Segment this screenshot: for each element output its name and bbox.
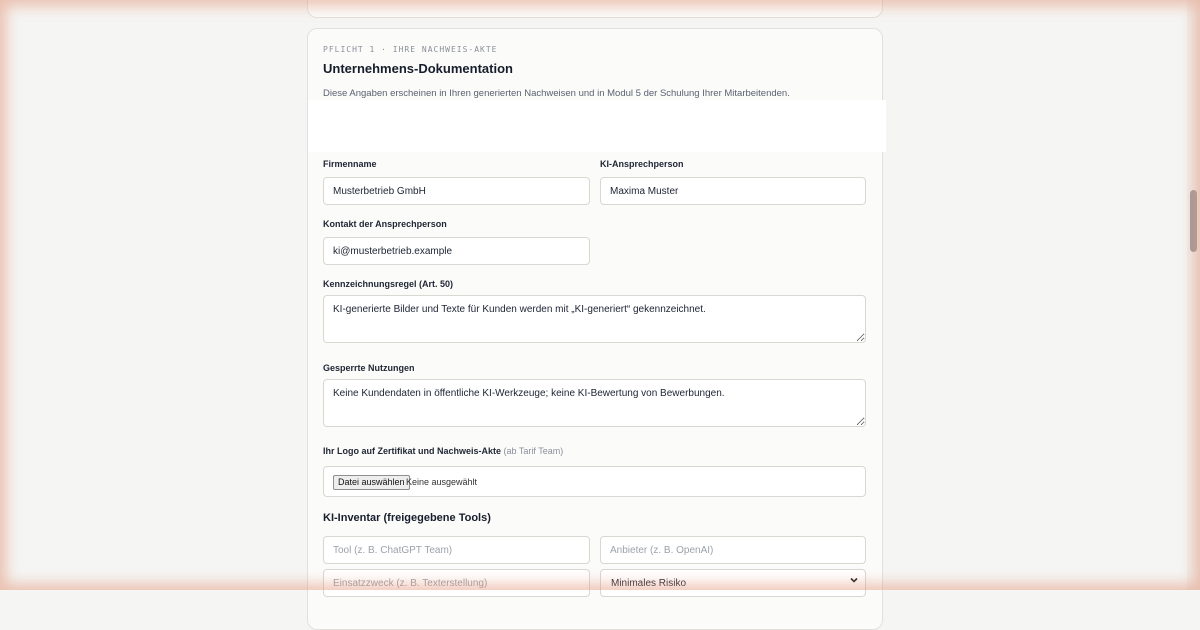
logo-upload-label: Ihr Logo auf Zertifikat und Nachweis-Akt… (323, 446, 563, 456)
labeling-rule-textarea[interactable]: KI-generierte Bilder und Texte für Kunde… (323, 295, 866, 343)
ai-contact-person-label: KI-Ansprechperson (600, 159, 684, 169)
scrollbar-thumb[interactable] (1190, 190, 1197, 252)
section-eyebrow: PFLICHT 1 · IHRE NACHWEIS-AKTE (323, 45, 498, 54)
contact-label: Kontakt der Ansprechperson (323, 219, 447, 229)
purpose-input[interactable] (323, 569, 590, 597)
contact-email-input[interactable] (323, 237, 590, 265)
previous-card (307, 0, 883, 18)
company-name-label: Firmenname (323, 159, 377, 169)
risk-select-value: Minimales Risiko (611, 578, 687, 589)
blocked-uses-textarea[interactable]: Keine Kundendaten in öffentliche KI-Werk… (323, 379, 866, 427)
risk-select[interactable]: Minimales Risiko (600, 569, 866, 597)
vendor-input[interactable] (600, 536, 866, 564)
choose-file-button[interactable]: Datei auswählen (333, 475, 410, 490)
labeling-rule-label: Kennzeichnungsregel (Art. 50) (323, 279, 454, 289)
chevron-down-icon (849, 575, 859, 588)
scrollbar-track[interactable] (1187, 0, 1200, 590)
ai-contact-person-input[interactable] (600, 177, 866, 205)
inventory-title: KI-Inventar (freigegebene Tools) (323, 512, 491, 524)
logo-file-input[interactable]: Datei auswählen Keine ausgewählt (323, 466, 866, 497)
blocked-uses-label: Gesperrte Nutzungen (323, 363, 415, 373)
file-status: Keine ausgewählt (406, 477, 478, 487)
blank-area (308, 100, 886, 152)
plan-hint: (ab Tarif Team) (503, 446, 564, 456)
logo-upload-label-text: Ihr Logo auf Zertifikat und Nachweis-Akt… (323, 446, 502, 456)
tool-input[interactable] (323, 536, 590, 564)
section-subtitle: Diese Angaben erscheinen in Ihren generi… (323, 88, 790, 99)
section-title: Unternehmens-Dokumentation (323, 61, 513, 76)
company-name-input[interactable] (323, 177, 590, 205)
